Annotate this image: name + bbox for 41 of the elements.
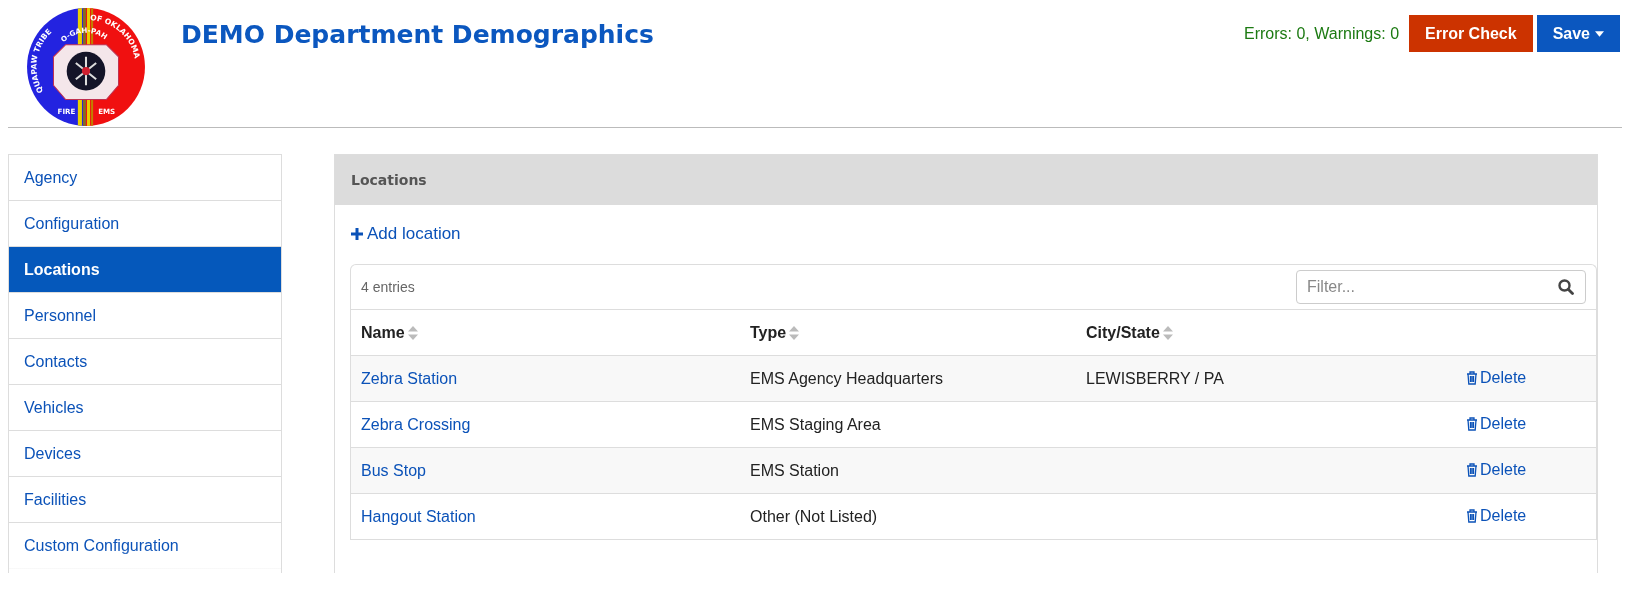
sort-icon [789, 325, 800, 340]
trash-icon [1466, 462, 1478, 477]
add-location-link[interactable]: Add location [351, 224, 461, 244]
filter-field[interactable]: Filter... [1296, 270, 1586, 304]
sidebar-item[interactable]: Custom Configuration [9, 523, 281, 569]
location-link[interactable]: Zebra Station [361, 369, 458, 387]
panel-title: Locations [351, 172, 427, 188]
delete-link[interactable]: Delete [1466, 506, 1527, 525]
delete-link[interactable]: Delete [1466, 368, 1527, 387]
column-header[interactable]: Type [750, 323, 800, 342]
sidebar-item[interactable]: Vehicles [9, 385, 281, 431]
sidebar-item[interactable]: Locations [9, 247, 281, 293]
column-header[interactable]: City/State [1086, 323, 1173, 342]
location-link[interactable]: Hangout Station [361, 507, 476, 525]
location-link[interactable]: Zebra Crossing [361, 415, 471, 433]
entry-count: 4 entries [361, 279, 415, 295]
location-link[interactable]: Bus Stop [361, 461, 426, 479]
sort-icon [1162, 325, 1173, 340]
delete-link[interactable]: Delete [1466, 460, 1527, 479]
page-title: DEMO Department Demographics [181, 20, 654, 49]
sidebar-item[interactable]: Contacts [9, 339, 281, 385]
sidebar-item[interactable]: Facilities [9, 477, 281, 523]
action-button[interactable]: Save [1536, 15, 1620, 52]
search-icon [1558, 279, 1574, 295]
plus-icon [351, 228, 363, 240]
table-cell: EMS Station [750, 461, 839, 479]
trash-icon [1466, 370, 1478, 385]
sort-icon [407, 325, 418, 340]
trash-icon [1466, 508, 1478, 523]
validation-status: Errors: 0, Warnings: 0 [1244, 24, 1400, 43]
table-cell: EMS Staging Area [750, 415, 881, 433]
trash-icon [1466, 416, 1478, 431]
action-button[interactable]: Error Check [1409, 15, 1533, 52]
sidebar-item[interactable]: Devices [9, 431, 281, 477]
table-cell: LEWISBERRY / PA [1086, 369, 1224, 387]
column-header[interactable]: Name [361, 323, 418, 342]
sidebar-item[interactable]: Personnel [9, 293, 281, 339]
delete-link[interactable]: Delete [1466, 414, 1527, 433]
table-cell: EMS Agency Headquarters [750, 369, 943, 387]
sidebar-item[interactable]: Agency [9, 155, 281, 201]
table-cell: Other (Not Listed) [750, 507, 878, 525]
